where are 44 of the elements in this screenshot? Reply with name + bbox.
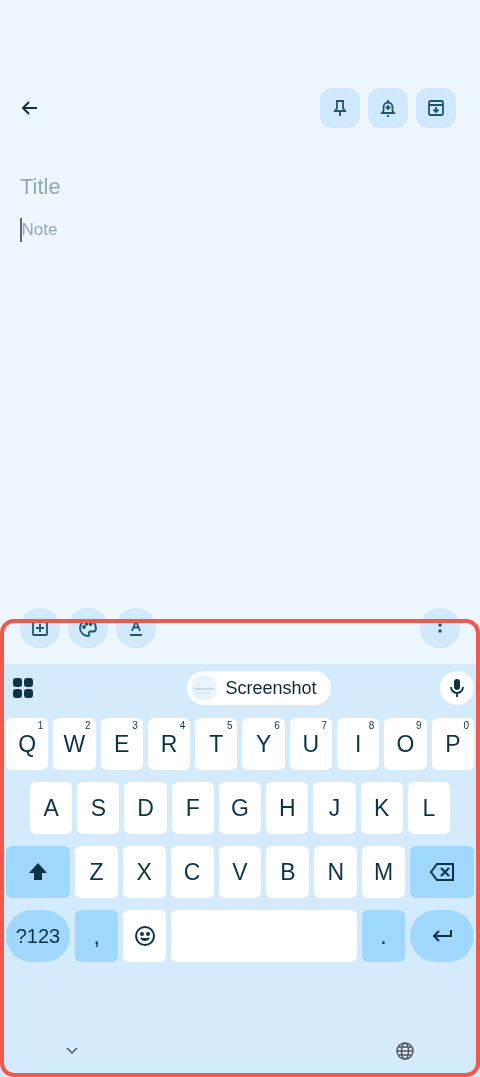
backspace-key[interactable] [410,846,474,898]
apps-grid-icon[interactable] [12,677,34,699]
add-box-button[interactable] [20,608,60,648]
letter-key[interactable]: J [313,782,356,834]
bell-plus-icon [378,98,398,118]
more-icon [438,623,442,633]
text-format-button[interactable] [116,608,156,648]
letter-key[interactable]: K [360,782,403,834]
palette-button[interactable] [68,608,108,648]
letter-key[interactable]: G [218,782,262,834]
letter-key[interactable]: F [171,782,214,834]
punctuation-key[interactable]: , [75,910,119,962]
letter-key[interactable]: S [77,782,120,834]
letter-key[interactable]: N [314,846,358,898]
smiley-icon [133,925,156,947]
note-field[interactable]: Note [21,218,320,242]
pin-button[interactable] [320,88,360,128]
reminder-button[interactable] [368,88,408,128]
letter-key[interactable]: A [30,782,73,834]
archive-button[interactable] [416,88,456,128]
letter-key[interactable]: V [218,846,262,898]
letter-key[interactable]: L [407,782,450,834]
letter-key[interactable]: M [362,846,405,898]
archive-icon [426,98,446,118]
enter-key[interactable] [410,910,474,962]
suggestion-chip[interactable]: Screenshot [187,671,331,705]
chevron-down-icon[interactable] [66,1047,78,1055]
title-field[interactable]: Title [20,172,320,202]
backspace-icon [429,862,455,882]
punctuation-key[interactable]: . [361,910,405,962]
microphone-icon [447,678,467,698]
emoji-key[interactable] [123,910,167,962]
letter-key[interactable]: B [266,846,310,898]
shift-icon [27,861,49,883]
letter-key[interactable]: Z [75,846,118,898]
letter-key[interactable]: X [122,846,166,898]
globe-icon[interactable] [396,1042,414,1060]
letter-key[interactable]: D [124,782,167,834]
letter-key[interactable]: C [170,846,214,898]
letter-key[interactable]: H [266,782,309,834]
more-button[interactable] [420,608,460,648]
shift-key[interactable] [6,846,70,898]
symbols-key[interactable]: ?123 [6,910,70,962]
microphone-button[interactable] [440,671,474,705]
